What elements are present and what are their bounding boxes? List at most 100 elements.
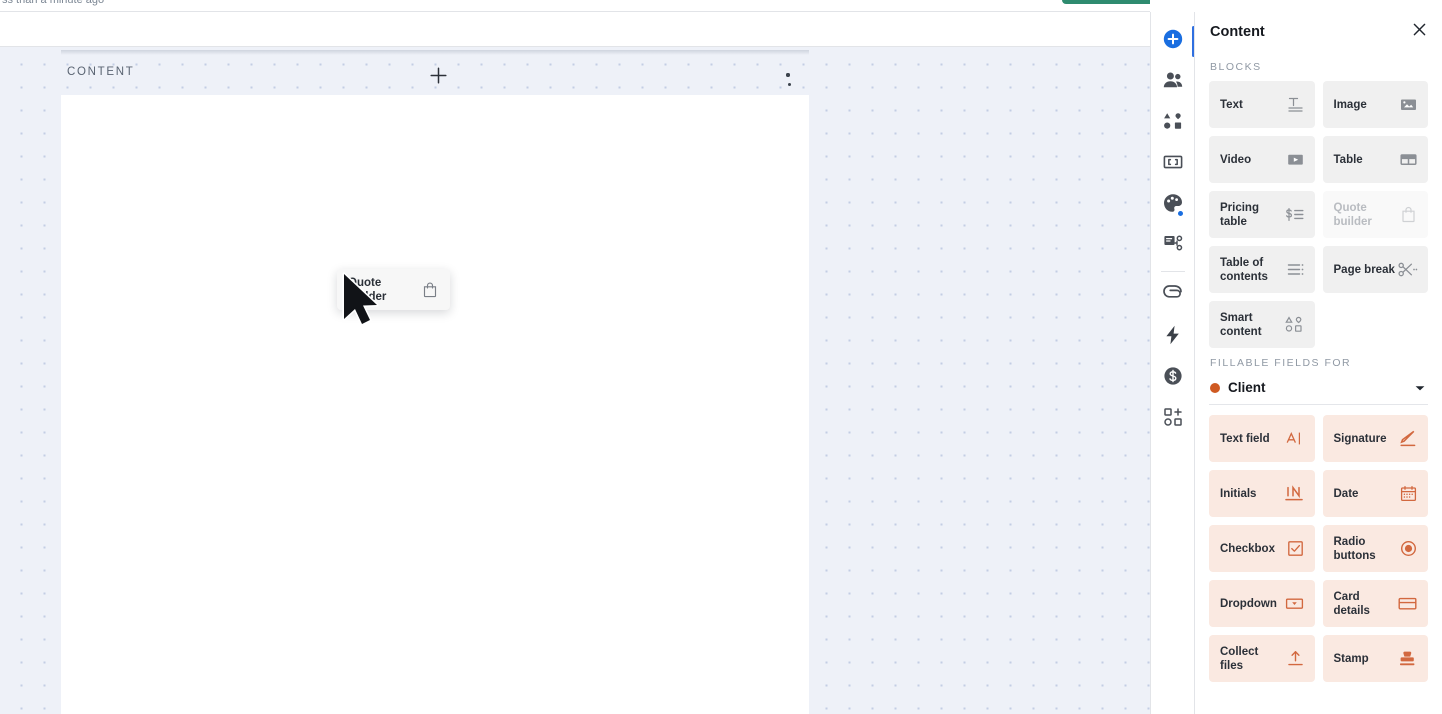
block-label: Table xyxy=(1334,153,1363,167)
radio-icon xyxy=(1399,539,1418,558)
document-canvas: CONTENT Content Library › xyxy=(0,47,1150,714)
block-label: Quote builder xyxy=(1334,201,1396,229)
primary-action-button-edge[interactable] xyxy=(1062,0,1150,4)
rail-item-variables[interactable] xyxy=(1151,144,1195,185)
block-label: Pricing table xyxy=(1220,201,1282,229)
add-block-button[interactable] xyxy=(425,62,451,88)
toc-icon xyxy=(1286,260,1305,279)
block-label: Text xyxy=(1220,98,1243,112)
block-card-quote-builder[interactable]: Quote builder xyxy=(1323,191,1429,238)
paperclip-icon xyxy=(1162,283,1184,310)
block-label: Page break xyxy=(1334,263,1395,277)
recipient-selector[interactable]: Client xyxy=(1209,377,1428,405)
block-card-pricing-table[interactable]: Pricing table xyxy=(1209,191,1315,238)
calendar-icon xyxy=(1399,484,1418,503)
dollar-coin-icon xyxy=(1162,365,1184,392)
document-toolbar-strip xyxy=(0,12,1150,47)
block-card-smart-content[interactable]: Smart content xyxy=(1209,301,1315,348)
blocks-section-label: BLOCKS xyxy=(1195,52,1442,81)
block-label: Smart content xyxy=(1220,311,1282,339)
rail-item-design[interactable] xyxy=(1151,185,1195,226)
field-label: Stamp xyxy=(1334,652,1369,666)
rail-item-add-content[interactable] xyxy=(1151,21,1195,62)
plus-circle-icon xyxy=(1162,28,1184,55)
field-card-initials[interactable]: Initials xyxy=(1209,470,1315,517)
rail-item-smart-content[interactable] xyxy=(1151,103,1195,144)
text-cursor-icon xyxy=(1284,429,1305,448)
plus-icon xyxy=(429,66,448,85)
rail-item-recipients[interactable] xyxy=(1151,62,1195,103)
field-label: Checkbox xyxy=(1220,542,1275,556)
field-card-signature[interactable]: Signature xyxy=(1323,415,1429,462)
dragged-block-ghost[interactable]: Quote builder xyxy=(337,269,450,310)
close-icon xyxy=(1411,21,1428,43)
field-label: Radio buttons xyxy=(1334,535,1398,563)
block-label: Image xyxy=(1334,98,1367,112)
right-icon-rail xyxy=(1150,12,1194,714)
field-label: Text field xyxy=(1220,432,1270,446)
field-label: Signature xyxy=(1334,432,1387,446)
flowchart-icon xyxy=(1162,233,1184,260)
image-icon xyxy=(1399,95,1418,114)
shapes-icon xyxy=(1284,315,1305,334)
block-card-page-break[interactable]: Page break xyxy=(1323,246,1429,293)
content-panel-header: Content xyxy=(1195,12,1442,52)
rail-item-attachments[interactable] xyxy=(1151,276,1195,317)
signature-icon xyxy=(1398,429,1418,448)
rail-item-workflow[interactable] xyxy=(1151,226,1195,267)
chevron-down-icon xyxy=(1413,381,1427,395)
field-card-text-field[interactable]: Text field xyxy=(1209,415,1315,462)
rail-divider xyxy=(1161,271,1185,272)
field-label: Card details xyxy=(1334,590,1398,618)
checkbox-icon xyxy=(1286,539,1305,558)
rail-item-payments[interactable] xyxy=(1151,358,1195,399)
scissors-icon xyxy=(1397,260,1418,279)
fillable-fields-grid: Text field Signature Initials xyxy=(1195,415,1442,682)
brackets-icon xyxy=(1162,151,1184,178)
field-card-dropdown[interactable]: Dropdown xyxy=(1209,580,1315,627)
field-label: Collect files xyxy=(1220,645,1284,673)
rail-item-automation[interactable] xyxy=(1151,317,1195,358)
add-module-icon xyxy=(1162,406,1184,433)
dragged-block-label: Quote builder xyxy=(348,276,406,304)
dropdown-icon xyxy=(1284,594,1305,613)
field-card-card-details[interactable]: Card details xyxy=(1323,580,1429,627)
content-panel: Content BLOCKS Text Image xyxy=(1194,12,1442,714)
stamp-icon xyxy=(1397,649,1418,668)
field-card-checkbox[interactable]: Checkbox xyxy=(1209,525,1315,572)
pricing-table-icon xyxy=(1284,205,1305,224)
lightning-icon xyxy=(1162,324,1184,351)
field-label: Date xyxy=(1334,487,1359,501)
people-icon xyxy=(1162,69,1184,96)
field-card-collect-files[interactable]: Collect files xyxy=(1209,635,1315,682)
shopping-bag-icon xyxy=(421,281,439,299)
block-label: Video xyxy=(1220,153,1251,167)
block-card-image[interactable]: Image xyxy=(1323,81,1429,128)
block-card-video[interactable]: Video xyxy=(1209,136,1315,183)
close-panel-button[interactable] xyxy=(1411,21,1428,43)
recipient-color-dot xyxy=(1210,383,1220,393)
blocks-grid: Text Image Video xyxy=(1195,81,1442,348)
video-icon xyxy=(1286,150,1305,169)
block-card-text[interactable]: Text xyxy=(1209,81,1315,128)
field-label: Initials xyxy=(1220,487,1256,501)
field-card-radio-buttons[interactable]: Radio buttons xyxy=(1323,525,1429,572)
field-card-stamp[interactable]: Stamp xyxy=(1323,635,1429,682)
block-card-table[interactable]: Table xyxy=(1323,136,1429,183)
initials-icon xyxy=(1283,484,1305,503)
credit-card-icon xyxy=(1397,594,1418,613)
last-saved-status: ss than a minute ago xyxy=(2,0,104,6)
block-card-table-of-contents[interactable]: Table of contents xyxy=(1209,246,1315,293)
recipient-name: Client xyxy=(1228,380,1266,395)
field-card-date[interactable]: Date xyxy=(1323,470,1429,517)
shopping-bag-icon xyxy=(1399,205,1418,224)
page-top-shadow xyxy=(61,50,809,55)
section-more-button[interactable] xyxy=(775,62,801,88)
rail-item-integrations[interactable] xyxy=(1151,399,1195,440)
shapes-icon xyxy=(1162,110,1184,137)
page-body[interactable]: Content Library › Get started Upload xyxy=(61,95,809,714)
upload-box-icon xyxy=(1286,649,1305,668)
table-icon xyxy=(1399,150,1418,169)
document-page: CONTENT Content Library › xyxy=(61,50,809,714)
text-icon xyxy=(1286,95,1305,114)
